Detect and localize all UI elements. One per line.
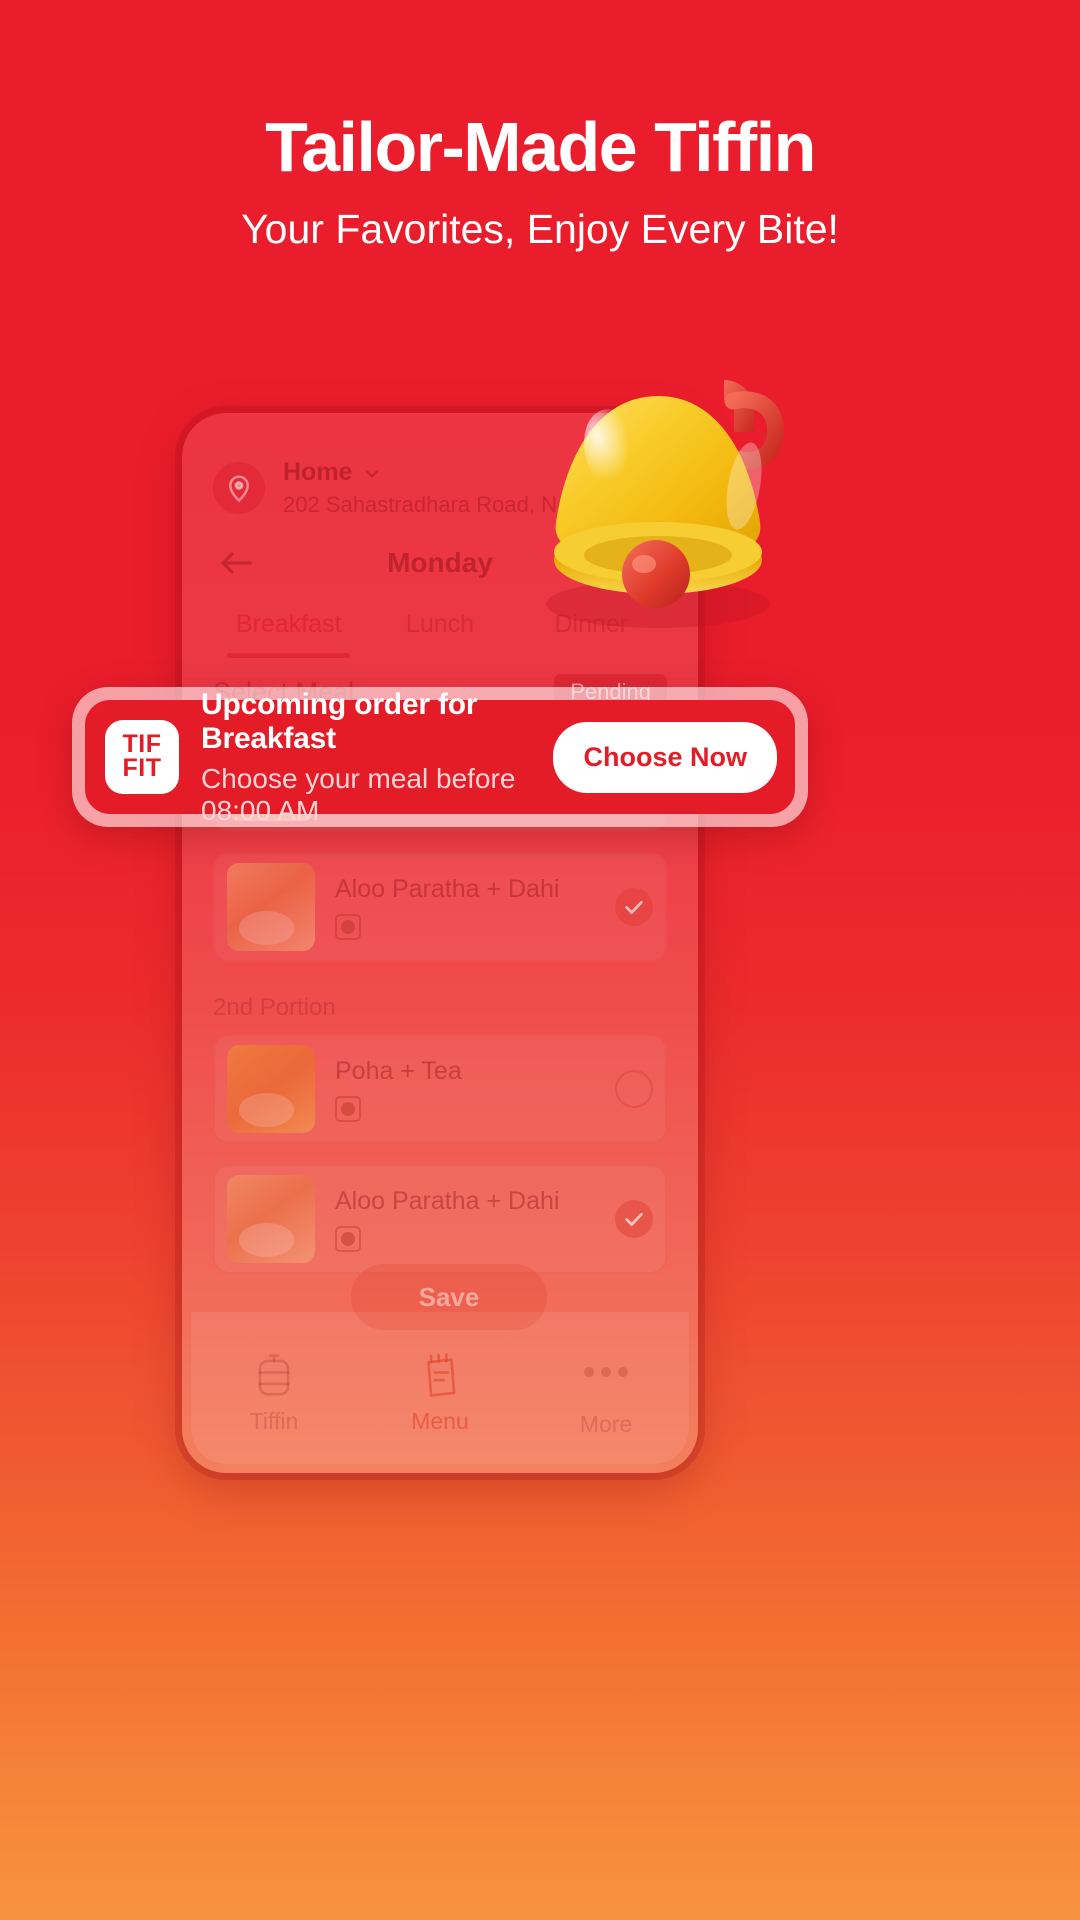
page-title: Tailor-Made Tiffin — [265, 108, 816, 186]
notification-subtitle: Choose your meal before 08:00 AM — [201, 762, 516, 826]
meal-name: Poha + Tea — [335, 1056, 462, 1085]
meal-thumbnail — [227, 863, 315, 951]
meal-info: Aloo Paratha + Dahi — [335, 875, 615, 940]
tab-lunch[interactable]: Lunch — [364, 610, 515, 674]
choose-now-button[interactable]: Choose Now — [553, 721, 777, 793]
portion-label: 2nd Portion — [213, 994, 336, 1021]
veg-indicator-icon — [335, 1095, 361, 1122]
tiffit-logo: TIF FIT — [105, 720, 179, 794]
nav-item-more[interactable]: More — [523, 1349, 689, 1438]
logo-line-2: FIT — [122, 754, 162, 782]
meal-radio[interactable] — [615, 1070, 653, 1108]
meal-card[interactable]: Poha + Tea — [213, 1034, 667, 1144]
veg-indicator-icon — [335, 1225, 361, 1252]
meal-thumbnail — [227, 1175, 315, 1263]
meal-radio-selected[interactable] — [615, 888, 653, 926]
meal-radio-selected[interactable] — [615, 1200, 653, 1238]
meal-info: Poha + Tea — [335, 1057, 615, 1122]
page-subtitle: Your Favorites, Enjoy Every Bite! — [241, 206, 839, 252]
menu-notepad-icon — [427, 1352, 456, 1397]
tab-breakfast[interactable]: Breakfast — [213, 610, 364, 674]
address-label: Home — [283, 458, 353, 486]
nav-item-menu[interactable]: Menu — [357, 1352, 523, 1435]
nav-label: Menu — [411, 1407, 469, 1434]
notification-banner: TIF FIT Upcoming order for Breakfast Cho… — [72, 687, 808, 827]
meal-card[interactable]: Aloo Paratha + Dahi — [213, 852, 667, 962]
meal-thumbnail — [227, 1045, 315, 1133]
chevron-down-icon — [365, 469, 380, 478]
notification-title: Upcoming order for Breakfast — [201, 687, 478, 755]
meal-card[interactable]: Aloo Paratha + Dahi — [213, 1164, 667, 1274]
meal-info: Aloo Paratha + Dahi — [335, 1187, 615, 1252]
notification-text: Upcoming order for Breakfast Choose your… — [201, 688, 553, 827]
nav-label: More — [579, 1410, 633, 1437]
meal-name: Aloo Paratha + Dahi — [335, 874, 560, 903]
notification-banner-inner: TIF FIT Upcoming order for Breakfast Cho… — [85, 688, 795, 826]
more-dots-icon — [523, 1349, 689, 1395]
notification-bell-3d-icon — [508, 336, 798, 636]
tiffin-box-icon — [258, 1354, 290, 1395]
nav-item-tiffin[interactable]: Tiffin — [191, 1352, 357, 1435]
meal-name: Aloo Paratha + Dahi — [335, 1186, 560, 1215]
location-pin-icon — [213, 462, 265, 514]
hero-text-block: Tailor-Made Tiffin Your Favorites, Enjoy… — [0, 112, 1080, 253]
nav-label: Tiffin — [249, 1407, 299, 1434]
veg-indicator-icon — [335, 913, 361, 940]
bottom-navigation: Tiffin Menu More — [191, 1312, 689, 1464]
